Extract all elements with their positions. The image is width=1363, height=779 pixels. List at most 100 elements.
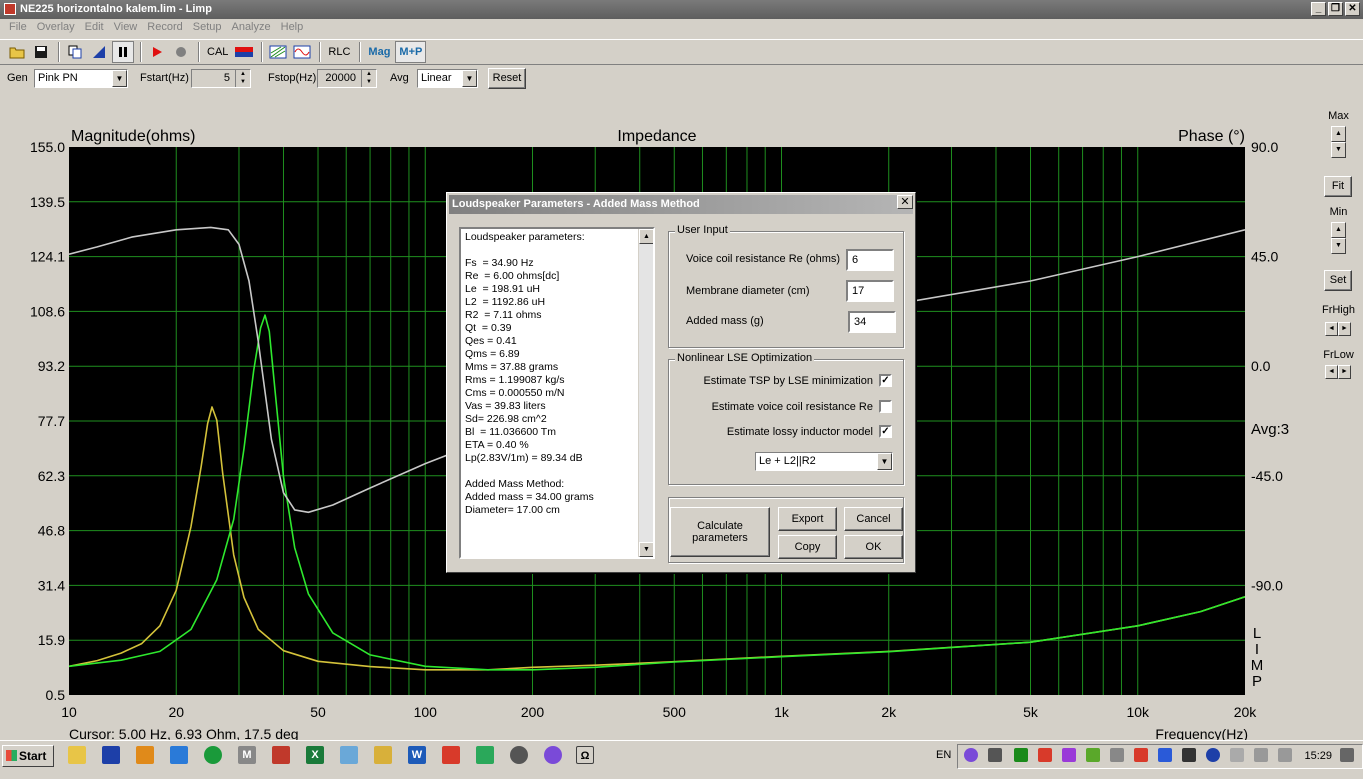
estimate-tsp-checkbox[interactable]: ✓: [879, 374, 892, 387]
viber-icon[interactable]: [544, 746, 562, 764]
save-icon[interactable]: [30, 41, 52, 63]
scroll-down-icon[interactable]: ▼: [639, 542, 653, 557]
re-input[interactable]: 6: [846, 249, 894, 271]
limp-app-icon[interactable]: Ω: [576, 746, 594, 764]
scroll-up-icon[interactable]: ▲: [639, 229, 653, 244]
calculate-parameters-button[interactable]: Calculate parameters: [670, 507, 770, 557]
menu-help[interactable]: Help: [276, 19, 309, 37]
tray-app-icon[interactable]: [988, 748, 1002, 762]
browser-icon[interactable]: [170, 746, 188, 764]
menu-edit[interactable]: Edit: [80, 19, 109, 37]
pdf-icon[interactable]: [272, 746, 290, 764]
estimate-lossy-checkbox[interactable]: ✓: [879, 425, 892, 438]
alien-icon[interactable]: [510, 746, 528, 764]
added-mass-input[interactable]: 34: [848, 311, 896, 333]
diameter-input[interactable]: 17: [846, 280, 894, 302]
frhigh-left-arrow-icon[interactable]: ◄: [1325, 322, 1338, 336]
ok-button[interactable]: OK: [844, 535, 903, 559]
tray-t-icon[interactable]: [1038, 748, 1052, 762]
min-label: Min: [1329, 206, 1348, 218]
language-indicator[interactable]: EN: [936, 749, 951, 761]
tray-network-icon[interactable]: [1182, 748, 1196, 762]
min-down-arrow-icon[interactable]: ▼: [1331, 238, 1346, 254]
generator-select[interactable]: Pink PN ▼: [34, 69, 128, 88]
calculator-icon[interactable]: [340, 746, 358, 764]
volume-icon[interactable]: [1278, 748, 1292, 762]
restore-button[interactable]: ❐: [1328, 2, 1343, 16]
chevron-down-icon[interactable]: ▼: [877, 453, 892, 470]
mag-phase-button[interactable]: M+P: [395, 41, 427, 63]
copy-icon[interactable]: [64, 41, 86, 63]
frlow-label: FrLow: [1323, 349, 1354, 361]
chrome-icon[interactable]: [204, 746, 222, 764]
cancel-button[interactable]: Cancel: [844, 507, 903, 531]
pause-icon[interactable]: [112, 41, 134, 63]
reset-button[interactable]: Reset: [488, 68, 526, 89]
menu-overlay[interactable]: Overlay: [32, 19, 80, 37]
max-down-arrow-icon[interactable]: ▼: [1331, 142, 1346, 158]
close-button[interactable]: ✕: [1345, 2, 1360, 16]
tray-nvidia-icon[interactable]: [1086, 748, 1100, 762]
media-player-icon[interactable]: [136, 746, 154, 764]
fstop-spinner[interactable]: 20000 ▲ ▼: [317, 69, 377, 88]
parameters-memo[interactable]: Loudspeaker parameters: Fs = 34.90 Hz Re …: [459, 227, 655, 559]
save-disk-icon[interactable]: [102, 746, 120, 764]
frhigh-right-arrow-icon[interactable]: ►: [1338, 322, 1351, 336]
memo-scrollbar[interactable]: ▲ ▼: [638, 229, 653, 557]
tray-device-icon[interactable]: [1110, 748, 1124, 762]
bluetooth-icon[interactable]: [1206, 748, 1220, 762]
copy-button[interactable]: Copy: [778, 535, 837, 559]
menu-setup[interactable]: Setup: [188, 19, 227, 37]
menu-analyze[interactable]: Analyze: [226, 19, 275, 37]
chevron-down-icon[interactable]: ▼: [462, 70, 477, 87]
avg-select[interactable]: Linear ▼: [417, 69, 478, 88]
notification-icon[interactable]: [1340, 748, 1354, 762]
tray-pen-icon[interactable]: [1062, 748, 1076, 762]
hatch-chart-icon[interactable]: [267, 41, 289, 63]
m-app-icon[interactable]: M: [238, 746, 256, 764]
minimize-button[interactable]: _: [1311, 2, 1326, 16]
record-icon[interactable]: [170, 41, 192, 63]
min-up-arrow-icon[interactable]: ▲: [1331, 222, 1346, 238]
re-label: Voice coil resistance Re (ohms): [686, 253, 841, 265]
cal-button[interactable]: CAL: [204, 41, 231, 63]
excel-icon[interactable]: X: [306, 746, 324, 764]
fstart-spinner[interactable]: 5 ▲ ▼: [191, 69, 251, 88]
tray-green-icon[interactable]: [1014, 748, 1028, 762]
signal-icon[interactable]: [1254, 748, 1268, 762]
overlay-icon[interactable]: [88, 41, 110, 63]
sine-chart-icon[interactable]: [291, 41, 313, 63]
export-button[interactable]: Export: [778, 507, 837, 531]
frlow-right-arrow-icon[interactable]: ►: [1338, 365, 1351, 379]
start-button[interactable]: Start: [2, 745, 54, 767]
menu-view[interactable]: View: [109, 19, 143, 37]
fit-button[interactable]: Fit: [1324, 176, 1352, 197]
tray-viber-icon[interactable]: [964, 748, 978, 762]
autocad-icon[interactable]: [442, 746, 460, 764]
loudspeaker-parameters-dialog: Loudspeaker Parameters - Added Mass Meth…: [446, 192, 916, 573]
set-button[interactable]: Set: [1324, 270, 1352, 291]
mag-button[interactable]: Mag: [365, 41, 393, 63]
spin-arrows-icon[interactable]: ▲ ▼: [361, 70, 376, 87]
rlc-button[interactable]: RLC: [325, 41, 353, 63]
chevron-down-icon[interactable]: ▼: [112, 70, 127, 87]
frlow-left-arrow-icon[interactable]: ◄: [1325, 365, 1338, 379]
max-up-arrow-icon[interactable]: ▲: [1331, 126, 1346, 142]
y-tick-label: 0.5: [46, 687, 66, 703]
tool-icon[interactable]: [374, 746, 392, 764]
estimate-re-checkbox[interactable]: [879, 400, 892, 413]
dialog-close-icon[interactable]: ✕: [897, 195, 913, 209]
color-bars-icon[interactable]: [233, 41, 255, 63]
download-icon[interactable]: [476, 746, 494, 764]
open-folder-icon[interactable]: [6, 41, 28, 63]
folder-icon[interactable]: [68, 746, 86, 764]
flag-icon[interactable]: [1230, 748, 1244, 762]
tray-monitor-icon[interactable]: [1158, 748, 1172, 762]
menu-record[interactable]: Record: [142, 19, 187, 37]
inductor-model-select[interactable]: Le + L2||R2 ▼: [755, 452, 893, 471]
spin-arrows-icon[interactable]: ▲ ▼: [235, 70, 250, 87]
tray-arrow-icon[interactable]: [1134, 748, 1148, 762]
word-icon[interactable]: W: [408, 746, 426, 764]
play-icon[interactable]: [146, 41, 168, 63]
menu-file[interactable]: File: [4, 19, 32, 37]
